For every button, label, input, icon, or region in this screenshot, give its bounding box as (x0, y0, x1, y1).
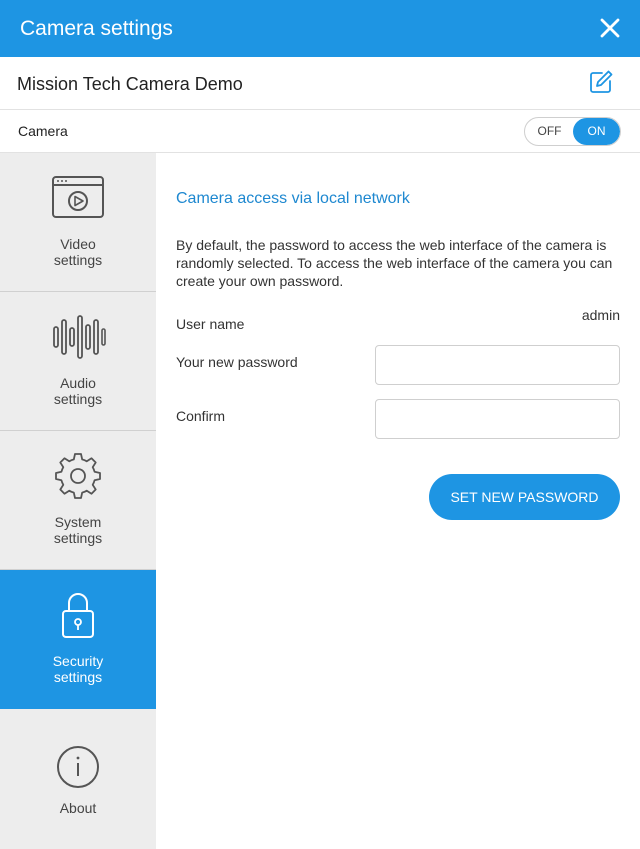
section-heading: Camera access via local network (176, 190, 410, 207)
video-settings-icon (52, 176, 104, 218)
label-line: settings (53, 669, 103, 685)
label-line: settings (53, 530, 103, 546)
title-bar: Camera settings (0, 0, 640, 57)
sidebar-item-label: About (0, 800, 156, 816)
label-line: Audio (60, 375, 96, 391)
label-line: settings (53, 252, 103, 268)
toggle-off-option[interactable]: OFF (525, 118, 574, 145)
sidebar-item-label: Audio settings (0, 375, 156, 407)
info-icon (57, 746, 99, 788)
security-settings-panel: Camera access via local network By defau… (156, 153, 640, 849)
label-line: Video (60, 236, 96, 252)
sidebar-item-label: Security settings (0, 653, 156, 685)
settings-sidebar: Video settings Audio settings System set… (0, 153, 156, 849)
camera-label: Camera (18, 123, 68, 139)
sidebar-item-about[interactable]: About (0, 709, 156, 848)
lock-icon (62, 593, 94, 638)
gear-icon (55, 453, 101, 499)
new-password-input[interactable] (375, 345, 620, 385)
sidebar-item-label: Video settings (0, 236, 156, 268)
sidebar-item-audio-settings[interactable]: Audio settings (0, 292, 156, 431)
sidebar-item-system-settings[interactable]: System settings (0, 431, 156, 570)
window-title: Camera settings (20, 17, 173, 40)
device-name: Mission Tech Camera Demo (17, 74, 243, 94)
sidebar-item-video-settings[interactable]: Video settings (0, 153, 156, 292)
label-line: About (59, 800, 97, 816)
sidebar-item-security-settings[interactable]: Security settings (0, 570, 156, 709)
confirm-password-input[interactable] (375, 399, 620, 439)
new-password-label: Your new password (176, 354, 298, 370)
camera-toggle[interactable]: OFF ON (524, 117, 621, 146)
device-bar: Mission Tech Camera Demo (0, 57, 640, 110)
audio-waveform-icon (53, 315, 106, 359)
username-value: admin (581, 307, 620, 323)
username-label: User name (176, 316, 245, 332)
label-line: settings (53, 391, 103, 407)
sidebar-item-label: System settings (0, 514, 156, 546)
close-icon[interactable] (598, 16, 622, 40)
camera-row: Camera OFF ON (0, 110, 640, 153)
label-line: System (54, 514, 102, 530)
edit-icon[interactable] (588, 69, 614, 95)
toggle-on-option[interactable]: ON (573, 118, 620, 145)
label-line: Security (52, 653, 104, 669)
set-new-password-button[interactable]: SET NEW PASSWORD (429, 474, 620, 520)
confirm-password-label: Confirm (176, 408, 226, 424)
section-description: By default, the password to access the w… (176, 237, 613, 289)
